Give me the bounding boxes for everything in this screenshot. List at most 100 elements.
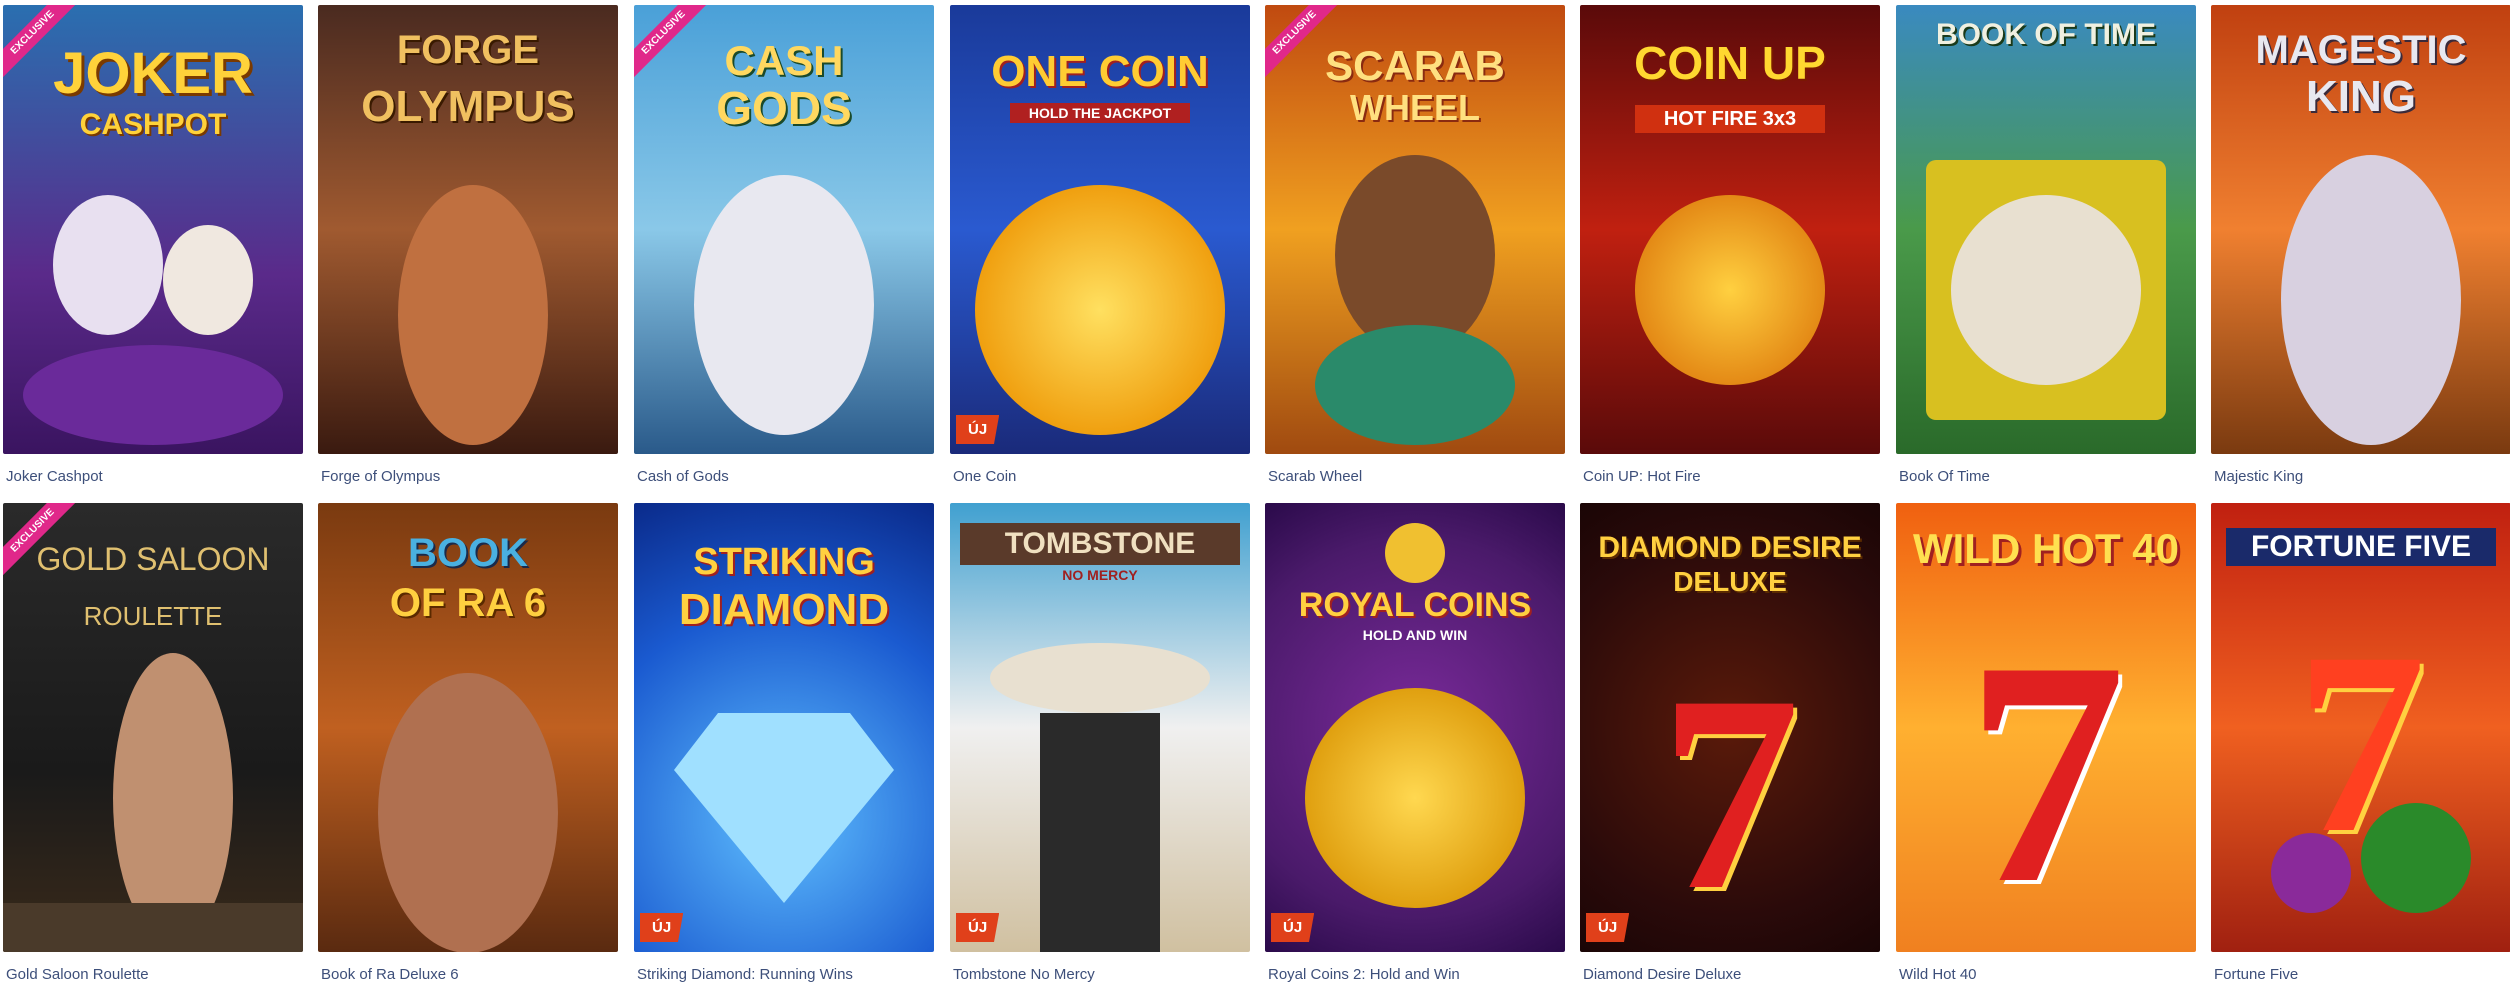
game-logo-sub: KING — [2306, 72, 2416, 121]
game-logo: WILD HOT 40 — [1912, 525, 2179, 572]
game-logo: MAGESTIC — [2255, 28, 2467, 72]
game-thumbnail[interactable]: EXCLUSIVE CASH GODS — [634, 5, 934, 454]
game-thumbnail[interactable]: BOOK OF RA 6 — [318, 503, 618, 952]
game-tile-tombstone-no-mercy[interactable]: TOMBSTONE NO MERCY ÚJ Tombstone No Mercy — [950, 503, 1250, 983]
game-logo-sub: WHEEL — [1350, 87, 1480, 128]
face-art — [1951, 195, 2141, 385]
game-tile-book-of-time[interactable]: BOOK OF TIME Book Of Time — [1896, 5, 2196, 485]
game-logo: FORGE — [396, 28, 540, 72]
game-title[interactable]: Fortune Five — [2214, 966, 2298, 983]
game-logo: ROYAL COINS — [1298, 586, 1532, 624]
game-thumbnail[interactable]: DIAMOND DESIRE DELUXE 7 ÚJ — [1580, 503, 1880, 952]
new-badge: ÚJ — [1271, 913, 1315, 942]
game-logo: BOOK OF TIME — [1936, 18, 2156, 51]
game-thumbnail[interactable]: BOOK OF TIME — [1896, 5, 2196, 454]
coin-art — [975, 185, 1225, 435]
game-logo-sub: NO MERCY — [1062, 567, 1138, 583]
lion-figure-art — [2281, 155, 2461, 445]
god-figure-art — [694, 175, 874, 435]
game-title[interactable]: Majestic King — [2214, 468, 2303, 485]
hat-art — [990, 643, 1210, 713]
game-logo-sub: HOLD THE JACKPOT — [1010, 103, 1190, 123]
game-logo-sub: OLYMPUS — [361, 82, 575, 131]
game-logo: JOKER — [53, 41, 253, 106]
game-title[interactable]: Striking Diamond: Running Wins — [637, 966, 853, 983]
game-logo-sub: DIAMOND — [678, 585, 890, 634]
joker-face-art — [163, 225, 253, 335]
game-thumbnail[interactable]: EXCLUSIVE JOKER CASHPOT — [3, 5, 303, 454]
game-title[interactable]: Diamond Desire Deluxe — [1583, 966, 1741, 983]
game-title[interactable]: Joker Cashpot — [6, 468, 103, 485]
game-tile-scarab-wheel[interactable]: EXCLUSIVE SCARAB WHEEL Scarab Wheel — [1265, 5, 1565, 485]
game-tile-fortune-five[interactable]: FORTUNE FIVE 7 Fortune Five — [2211, 503, 2510, 983]
game-thumbnail[interactable]: FORGE OLYMPUS — [318, 5, 618, 454]
game-title[interactable]: Wild Hot 40 — [1899, 966, 1977, 983]
game-tile-book-of-ra-deluxe-6[interactable]: BOOK OF RA 6 Book of Ra Deluxe 6 — [318, 503, 618, 983]
game-tile-cash-of-gods[interactable]: EXCLUSIVE CASH GODS Cash of Gods — [634, 5, 934, 485]
game-tile-gold-saloon-roulette[interactable]: EXCLUSIVE GOLD SALOON ROULETTE Gold Salo… — [3, 503, 303, 983]
game-logo: BOOK — [408, 531, 528, 575]
new-badge: ÚJ — [1586, 913, 1630, 942]
game-tile-forge-of-olympus[interactable]: FORGE OLYMPUS Forge of Olympus — [318, 5, 618, 485]
game-title[interactable]: Gold Saloon Roulette — [6, 966, 149, 983]
game-thumbnail[interactable]: TOMBSTONE NO MERCY ÚJ — [950, 503, 1250, 952]
diamond-art — [674, 713, 894, 903]
game-title[interactable]: Royal Coins 2: Hold and Win — [1268, 966, 1460, 983]
table-art — [3, 903, 303, 952]
game-title[interactable]: Forge of Olympus — [321, 468, 440, 485]
game-logo-sub: OF RA 6 — [389, 581, 547, 625]
new-badge: ÚJ — [956, 415, 1000, 444]
game-logo: GOLD SALOON — [36, 541, 270, 577]
game-tile-striking-diamond[interactable]: STRIKING DIAMOND ÚJ Striking Diamond: Ru… — [634, 503, 934, 983]
game-thumbnail[interactable]: EXCLUSIVE GOLD SALOON ROULETTE — [3, 503, 303, 952]
game-tile-joker-cashpot[interactable]: EXCLUSIVE JOKER CASHPOT Joker Cashpot — [3, 5, 303, 485]
game-tile-diamond-desire-deluxe[interactable]: DIAMOND DESIRE DELUXE 7 ÚJ Diamond Desir… — [1580, 503, 1880, 983]
joker-face-art — [53, 195, 163, 335]
game-tile-royal-coins-2[interactable]: ROYAL COINS HOLD AND WIN ÚJ Royal Coins … — [1265, 503, 1565, 983]
watermelon-art — [2361, 803, 2471, 913]
number-badge-art — [1385, 523, 1445, 583]
game-tile-coin-up-hot-fire[interactable]: COIN UP HOT FIRE 3x3 Coin UP: Hot Fire — [1580, 5, 1880, 485]
game-title[interactable]: Book Of Time — [1899, 468, 1990, 485]
game-logo: CASH — [724, 37, 844, 84]
dealer-figure-art — [113, 653, 233, 943]
game-title[interactable]: Scarab Wheel — [1268, 468, 1362, 485]
game-tile-majestic-king[interactable]: MAGESTIC KING Majestic King — [2211, 5, 2510, 485]
game-logo: SCARAB — [1325, 42, 1505, 89]
game-logo: DIAMOND DESIRE — [1598, 531, 1862, 564]
game-logo-sub: HOT FIRE 3x3 — [1635, 105, 1825, 133]
game-logo: TOMBSTONE — [960, 523, 1240, 565]
game-logo: STRIKING — [693, 541, 875, 583]
game-grid: EXCLUSIVE JOKER CASHPOT Joker Cashpot FO… — [0, 0, 2510, 988]
game-title[interactable]: Book of Ra Deluxe 6 — [321, 966, 459, 983]
game-thumbnail[interactable]: MAGESTIC KING — [2211, 5, 2510, 454]
game-thumbnail[interactable]: ONE COIN HOLD THE JACKPOT ÚJ — [950, 5, 1250, 454]
game-tile-one-coin[interactable]: ONE COIN HOLD THE JACKPOT ÚJ One Coin — [950, 5, 1250, 485]
collar-art — [1315, 325, 1515, 445]
seven-art: 7 — [1966, 596, 2126, 950]
game-title[interactable]: Tombstone No Mercy — [953, 966, 1095, 983]
game-title[interactable]: Cash of Gods — [637, 468, 729, 485]
game-title[interactable]: One Coin — [953, 468, 1016, 485]
game-thumbnail[interactable]: EXCLUSIVE SCARAB WHEEL — [1265, 5, 1565, 454]
game-thumbnail[interactable]: ROYAL COINS HOLD AND WIN ÚJ — [1265, 503, 1565, 952]
table-art — [23, 345, 283, 445]
game-thumbnail[interactable]: WILD HOT 40 7 — [1896, 503, 2196, 952]
cowboy-figure-art — [1040, 713, 1160, 952]
game-thumbnail[interactable]: FORTUNE FIVE 7 — [2211, 503, 2510, 952]
game-thumbnail[interactable]: COIN UP HOT FIRE 3x3 — [1580, 5, 1880, 454]
game-logo-sub: GODS — [716, 82, 852, 134]
game-tile-wild-hot-40[interactable]: WILD HOT 40 7 Wild Hot 40 — [1896, 503, 2196, 983]
crown-coin-art — [1305, 688, 1525, 908]
seven-art: 7 — [1660, 637, 1800, 948]
up-coin-art — [1635, 195, 1825, 385]
grapes-art — [2271, 833, 2351, 913]
game-title[interactable]: Coin UP: Hot Fire — [1583, 468, 1701, 485]
game-logo-sub: ROULETTE — [83, 601, 223, 631]
game-thumbnail[interactable]: STRIKING DIAMOND ÚJ — [634, 503, 934, 952]
new-badge: ÚJ — [640, 913, 684, 942]
game-logo: COIN UP — [1634, 37, 1826, 89]
game-logo-sub: HOLD AND WIN — [1362, 627, 1468, 643]
game-logo: FORTUNE FIVE — [2226, 528, 2496, 566]
game-logo-sub: DELUXE — [1673, 566, 1787, 597]
